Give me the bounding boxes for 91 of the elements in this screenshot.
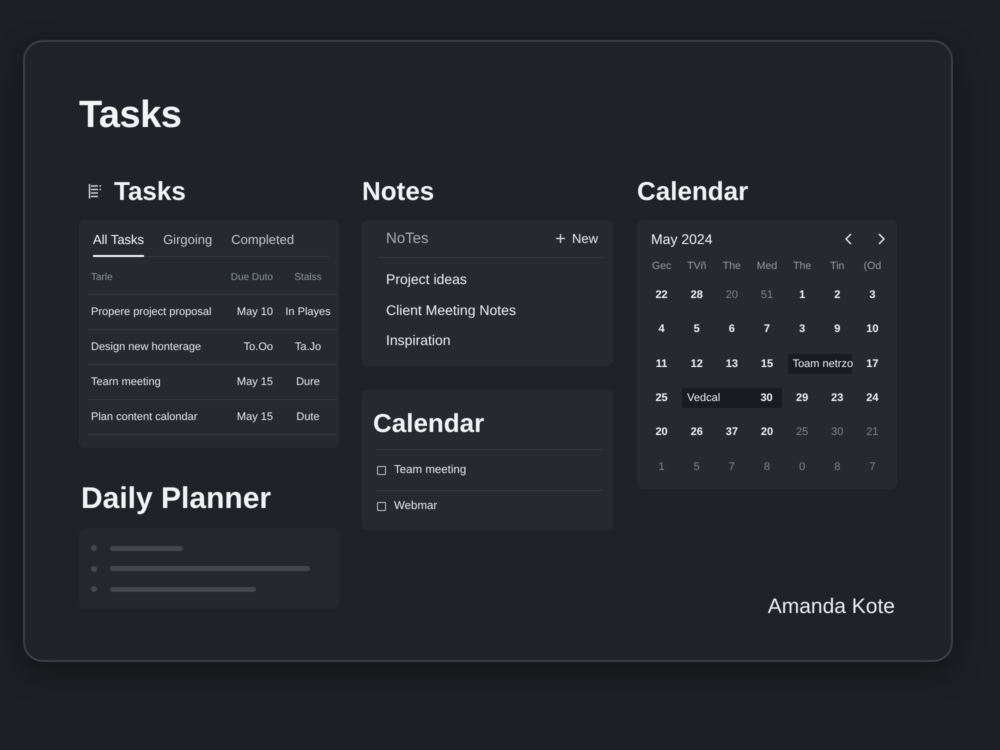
day-number[interactable]: 17 xyxy=(866,358,879,370)
day-number[interactable]: 22 xyxy=(655,289,668,302)
card-heading: Calendar xyxy=(373,407,484,439)
weekday-label: The xyxy=(793,260,812,272)
new-note-button[interactable]: New xyxy=(556,231,598,246)
day-number[interactable]: 2 xyxy=(834,289,840,302)
day-number[interactable]: 12 xyxy=(690,358,703,370)
day-number[interactable]: 10 xyxy=(866,323,879,336)
day-number[interactable]: 7 xyxy=(764,323,770,336)
month-label: May 2024 xyxy=(651,231,714,247)
day-number[interactable]: 30 xyxy=(831,426,844,438)
page-title: Tasks xyxy=(79,93,182,137)
event-label: Vedcal xyxy=(687,392,720,404)
task-label: Webmar xyxy=(394,499,438,513)
column-header: Tarle xyxy=(90,272,114,283)
section-heading: Calendar xyxy=(637,176,748,206)
plus-icon[interactable] xyxy=(556,234,565,243)
day-number[interactable]: 24 xyxy=(866,392,879,404)
day-number[interactable]: 3 xyxy=(869,289,876,302)
day-number[interactable]: 28 xyxy=(690,289,703,302)
day-number[interactable]: 1 xyxy=(799,289,806,302)
table-cell-text: Ta.Jo xyxy=(294,341,322,353)
task-label: Team meeting xyxy=(394,463,466,477)
day-number[interactable]: 25 xyxy=(796,426,808,438)
table-cell-text: Dute xyxy=(295,411,321,423)
section-heading: Notes xyxy=(362,176,434,206)
day-number[interactable]: 37 xyxy=(726,426,738,438)
chevron-right-icon[interactable] xyxy=(878,233,885,245)
day-number[interactable]: 5 xyxy=(694,323,700,336)
day-number[interactable]: 51 xyxy=(760,289,774,302)
day-number[interactable]: 7 xyxy=(869,460,876,473)
weekday-label: Med xyxy=(756,260,778,272)
day-number[interactable]: 11 xyxy=(656,358,668,370)
column-header: Due Duto xyxy=(230,272,274,283)
tab[interactable]: All Tasks xyxy=(93,228,144,257)
list-icon xyxy=(88,183,102,199)
event-label: Toam netrzo xyxy=(792,358,854,370)
weekday-label: TVñ xyxy=(687,260,706,272)
bullet-icon xyxy=(91,566,97,572)
weekday-label: Tin xyxy=(830,260,844,272)
note-item[interactable]: Inspiration xyxy=(386,325,451,356)
weekday-label: (Od xyxy=(864,260,882,272)
day-number[interactable]: 1 xyxy=(658,460,665,473)
column-header: Stalss xyxy=(293,272,323,283)
bullet-icon xyxy=(91,545,97,551)
tab[interactable]: Girgoing xyxy=(163,228,212,257)
day-number[interactable]: 15 xyxy=(760,358,774,370)
table-cell-text: Propere project proposal xyxy=(90,306,212,318)
note-item[interactable]: Client Meeting Notes xyxy=(386,294,516,325)
user-name: Amanda Kote xyxy=(768,595,895,619)
day-number[interactable]: 20 xyxy=(655,426,668,438)
chevron-left-icon[interactable] xyxy=(845,233,852,245)
calendar-event[interactable]: Toam netrzo xyxy=(788,354,852,374)
day-number: 30 xyxy=(759,392,774,404)
day-number[interactable]: 20 xyxy=(726,289,738,302)
table-cell-text: Design new honterage xyxy=(90,341,202,353)
day-number[interactable]: 9 xyxy=(834,323,840,336)
section-heading: Daily Planner xyxy=(81,481,272,517)
day-number[interactable]: 7 xyxy=(728,460,735,473)
day-number[interactable]: 4 xyxy=(658,323,665,336)
day-number[interactable]: 13 xyxy=(726,358,738,370)
table-cell-text: May 15 xyxy=(236,376,274,388)
weekday-label: The xyxy=(722,260,741,272)
day-number[interactable]: 8 xyxy=(764,460,770,473)
checkbox[interactable] xyxy=(377,502,386,510)
weekday-label: Gec xyxy=(652,260,672,272)
day-number[interactable]: 20 xyxy=(760,426,774,438)
table-cell-text: Dure xyxy=(295,376,321,388)
calendar-event[interactable]: Vedcal 30 xyxy=(682,388,782,408)
day-number[interactable]: 5 xyxy=(694,460,700,473)
day-number[interactable]: 23 xyxy=(831,392,844,404)
day-number[interactable]: 8 xyxy=(834,460,840,473)
table-cell-text: Plan content calondar xyxy=(90,411,198,423)
day-number[interactable]: 26 xyxy=(690,426,703,438)
table-cell-text: In Playes xyxy=(284,306,332,318)
table-cell-text: May 10 xyxy=(236,306,274,318)
checkbox[interactable] xyxy=(377,466,386,474)
table-cell-text: Tearn meeting xyxy=(90,376,162,388)
note-item[interactable]: Project ideas xyxy=(386,264,467,294)
day-number[interactable]: 0 xyxy=(799,460,806,473)
day-number[interactable]: 21 xyxy=(866,426,879,438)
day-number[interactable]: 6 xyxy=(728,323,735,336)
day-number[interactable]: 29 xyxy=(796,392,808,404)
day-number[interactable]: 3 xyxy=(799,323,806,336)
section-heading: Tasks xyxy=(114,176,186,206)
table-cell-text: May 15 xyxy=(236,411,274,423)
bullet-icon xyxy=(91,586,97,592)
day-number[interactable]: 25 xyxy=(655,392,668,404)
list-title: NoTes xyxy=(386,230,429,247)
tab[interactable]: Completed xyxy=(231,228,294,257)
table-cell-text: To.Oo xyxy=(242,341,274,353)
